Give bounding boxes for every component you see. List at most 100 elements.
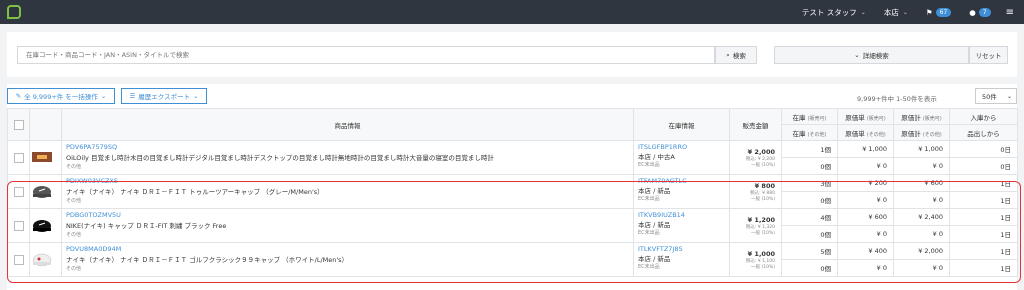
total-cost-available: ¥ 2,400	[893, 208, 950, 226]
price-value: ¥ 2,000	[747, 147, 775, 156]
price-value: ¥ 800	[754, 181, 775, 190]
days-since-listed: 1日	[949, 191, 1018, 209]
bulk-action-label: 全 9,999+件 を一括操作	[24, 93, 98, 101]
unit-cost-available: ¥ 1,000	[837, 140, 894, 158]
product-thumbnail[interactable]	[30, 182, 54, 200]
stock-code-link[interactable]: ITSLGFBP1RRO	[638, 143, 729, 151]
table-row[interactable]: PDBG0TOZMV5U NIKE(ナイキ) キャップ ＤＲＩ-FIT 刺繍 ブ…	[7, 208, 1018, 243]
stock-available-qty: 5個	[781, 242, 838, 260]
days-since-listed: 1日	[949, 225, 1018, 243]
search-panel: ⌕ 検索 ⌄ 詳細検索 リセット	[7, 32, 1017, 77]
stock-available-qty: 4個	[781, 208, 838, 226]
flag-count-badge: 67	[935, 7, 952, 17]
header-cost-available[interactable]: 原価単 (販売可)	[837, 108, 894, 125]
stock-code-link[interactable]: ITKVB9IUZB14	[638, 211, 729, 219]
product-code-link[interactable]: PDBG0TOZMV5U	[66, 211, 633, 219]
select-all-checkbox[interactable]	[13, 119, 24, 130]
table-header-row-1: 商品情報 在庫情報 販売金額 在庫 (販売可) 原価単 (販売可) 原価計 (販…	[7, 108, 1018, 141]
header-stock-other[interactable]: 在庫 (その他)	[781, 124, 838, 141]
product-code-link[interactable]: PDIXW03VCZXS	[66, 177, 633, 185]
total-cost-other: ¥ 0	[893, 191, 950, 209]
product-code-link[interactable]: PDV6PA7579SQ	[66, 143, 633, 151]
reset-button[interactable]: リセット	[969, 46, 1008, 64]
product-name: OiLOily 目覚まし時計木目の目覚まし時計デジタル目覚まし時計デスクトップの…	[66, 154, 494, 162]
header-stock-info[interactable]: 在庫情報	[633, 108, 730, 141]
app-logo[interactable]	[7, 5, 21, 19]
row-thumb-cell	[29, 242, 62, 277]
row-checkbox[interactable]	[13, 254, 24, 265]
chat-count-badge: 7	[978, 7, 991, 17]
export-history-button[interactable]: ☰ 履歴エクスポート ⌄	[121, 88, 207, 104]
header-cost-other[interactable]: 原価単 (その他)	[837, 124, 894, 141]
total-cost-available: ¥ 600	[893, 174, 950, 192]
inventory-list-panel: ✎ 全 9,999+件 を一括操作 ⌄ ☰ 履歴エクスポート ⌄ 9,999+件…	[7, 84, 1018, 290]
detail-search-button[interactable]: ⌄ 詳細検索	[774, 46, 969, 64]
unit-cost-available: ¥ 400	[837, 242, 894, 260]
search-button[interactable]: ⌕ 検索	[715, 46, 757, 64]
header-total-other[interactable]: 原価計 (その他)	[893, 124, 950, 141]
product-category: その他	[66, 232, 82, 238]
search-input[interactable]	[17, 46, 715, 64]
product-info-cell: PDV6PA7579SQ OiLOily 目覚まし時計木目の目覚まし時計デジタル…	[61, 140, 634, 175]
row-checkbox[interactable]	[13, 152, 24, 163]
stock-status: 本店 / 新品	[638, 255, 671, 263]
product-category: その他	[66, 198, 82, 204]
row-checkbox-cell	[7, 208, 30, 243]
header-total-available[interactable]: 原価計 (販売可)	[893, 108, 950, 125]
flag-notifications[interactable]: ⚑ 67	[917, 0, 960, 24]
unit-cost-other: ¥ 0	[837, 191, 894, 209]
stock-available-qty: 1個	[781, 140, 838, 158]
store-name: 本店	[883, 7, 899, 17]
product-thumbnail[interactable]	[30, 148, 54, 166]
table-row[interactable]: PDIXW03VCZXS ナイキ（ナイキ） ナイキ ＤＲＩ－ＦＩＴ トゥルーツア…	[7, 174, 1018, 209]
per-page-select[interactable]: 50件 ⌄	[975, 88, 1017, 104]
product-info-cell: PDBG0TOZMV5U NIKE(ナイキ) キャップ ＤＲＩ-FIT 刺繍 ブ…	[61, 208, 634, 243]
price-tax-rate: 一般 (10%)	[751, 264, 775, 270]
product-category: その他	[66, 266, 82, 272]
total-cost-other: ¥ 0	[893, 225, 950, 243]
product-thumbnail[interactable]	[30, 250, 54, 268]
header-days-in[interactable]: 入庫から	[949, 108, 1018, 125]
chat-notifications[interactable]: ● 7	[960, 0, 999, 24]
stock-info-cell: ITKVB9IUZB14 本店 / 新品 EC未出品	[633, 208, 730, 243]
ec-status: EC未出品	[638, 196, 660, 202]
price-value: ¥ 1,000	[747, 249, 775, 258]
stock-status: 本店 / 中古A	[638, 153, 675, 161]
chat-icon: ●	[969, 7, 976, 17]
store-menu[interactable]: 本店 ⌄	[875, 0, 917, 24]
product-name: NIKE(ナイキ) キャップ ＤＲＩ-FIT 刺繍 ブラック Free	[66, 222, 227, 230]
row-checkbox[interactable]	[13, 186, 24, 197]
hamburger-menu-icon[interactable]: ≡	[1000, 7, 1024, 18]
ec-status: EC未出品	[638, 264, 660, 270]
inventory-table: 商品情報 在庫情報 販売金額 在庫 (販売可) 原価単 (販売可) 原価計 (販…	[7, 108, 1018, 277]
price-value: ¥ 1,200	[747, 215, 775, 224]
stock-info-cell: ITFAM70AGTLC 本店 / 新品 EC未出品	[633, 174, 730, 209]
stock-code-link[interactable]: ITLKVFTZ7J8S	[638, 245, 729, 253]
product-code-link[interactable]: PDVU8MA0D94M	[66, 245, 633, 253]
row-thumb-cell	[29, 140, 62, 175]
bulk-action-button[interactable]: ✎ 全 9,999+件 を一括操作 ⌄	[7, 88, 115, 104]
ec-status: EC未出品	[638, 162, 660, 168]
chevron-down-icon: ⌄	[854, 51, 860, 59]
header-days-out[interactable]: 品出しから	[949, 124, 1018, 141]
unit-cost-available: ¥ 200	[837, 174, 894, 192]
table-row[interactable]: PDVU8MA0D94M ナイキ（ナイキ） ナイキ ＤＲＩ－ＦＩＴ ゴルフクラシ…	[7, 242, 1018, 277]
search-button-label: 検索	[732, 52, 746, 60]
stock-other-qty: 0個	[781, 225, 838, 243]
stock-status: 本店 / 新品	[638, 221, 671, 229]
stock-code-link[interactable]: ITFAM70AGTLC	[638, 177, 729, 185]
price-cell: ¥ 800 税込: ¥ 880 一般 (10%)	[729, 174, 782, 209]
user-name: テスト スタッフ	[801, 7, 857, 17]
user-menu[interactable]: テスト スタッフ ⌄	[793, 0, 875, 24]
unit-cost-other: ¥ 0	[837, 157, 894, 175]
header-price[interactable]: 販売金額	[729, 108, 782, 141]
chevron-down-icon: ⌄	[100, 92, 107, 100]
product-thumbnail[interactable]	[30, 216, 54, 234]
table-row[interactable]: PDV6PA7579SQ OiLOily 目覚まし時計木目の目覚まし時計デジタル…	[7, 140, 1018, 175]
row-checkbox[interactable]	[13, 220, 24, 231]
price-tax-rate: 一般 (10%)	[751, 196, 775, 202]
header-stock-available[interactable]: 在庫 (販売可)	[781, 108, 838, 125]
product-name: ナイキ（ナイキ） ナイキ ＤＲＩ－ＦＩＴ ゴルフクラシック９９キャップ （ホワイ…	[66, 256, 349, 264]
header-product[interactable]: 商品情報	[61, 108, 634, 141]
stock-info-cell: ITSLGFBP1RRO 本店 / 中古A EC未出品	[633, 140, 730, 175]
